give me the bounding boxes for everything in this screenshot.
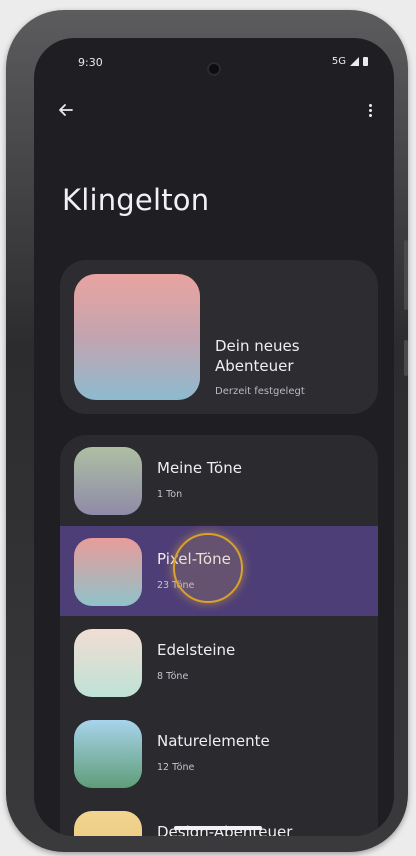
power-button <box>404 340 408 376</box>
volume-button <box>404 240 408 310</box>
current-ringtone-artwork <box>74 274 200 400</box>
category-name: Naturelemente <box>157 732 270 750</box>
touch-indicator <box>173 533 243 603</box>
category-item-meine-toene[interactable]: Meine Töne 1 Ton <box>60 435 378 525</box>
status-bar: 9:30 5G <box>34 48 394 78</box>
more-vert-icon <box>368 103 372 107</box>
phone-frame: 9:30 5G Klingelton Dein neues Abenteuer … <box>6 10 408 852</box>
category-item-design-abenteuer[interactable]: Design-Abenteuer <box>60 799 378 836</box>
status-time: 9:30 <box>78 56 103 69</box>
more-options-button[interactable] <box>360 100 380 120</box>
category-artwork <box>74 447 142 515</box>
category-count: 8 Töne <box>157 671 189 682</box>
category-count: 12 Töne <box>157 762 195 773</box>
category-artwork <box>74 720 142 788</box>
network-label: 5G <box>331 56 346 67</box>
system-icons: 5G <box>332 56 368 67</box>
current-ringtone-card[interactable]: Dein neues Abenteuer Derzeit festgelegt <box>60 260 378 414</box>
category-artwork <box>74 811 142 836</box>
category-name: Meine Töne <box>157 459 242 477</box>
battery-icon <box>363 57 368 66</box>
signal-icon <box>350 57 359 66</box>
current-ringtone-status: Derzeit festgelegt <box>215 386 305 397</box>
current-ringtone-name: Dein neues Abenteuer <box>215 337 300 375</box>
category-list: Meine Töne 1 Ton Pixel-Töne 23 Töne Edel… <box>60 435 378 836</box>
category-item-edelsteine[interactable]: Edelsteine 8 Töne <box>60 617 378 707</box>
gesture-bar[interactable] <box>174 826 262 830</box>
category-item-naturelemente[interactable]: Naturelemente 12 Töne <box>60 708 378 798</box>
category-artwork <box>74 629 142 697</box>
arrow-back-icon <box>59 104 73 116</box>
category-artwork <box>74 538 142 606</box>
screen: 9:30 5G Klingelton Dein neues Abenteuer … <box>34 38 394 836</box>
front-camera <box>207 62 221 76</box>
category-name: Edelsteine <box>157 641 236 659</box>
back-button[interactable] <box>56 100 76 120</box>
category-count: 1 Ton <box>157 489 183 500</box>
page-title: Klingelton <box>62 183 210 217</box>
